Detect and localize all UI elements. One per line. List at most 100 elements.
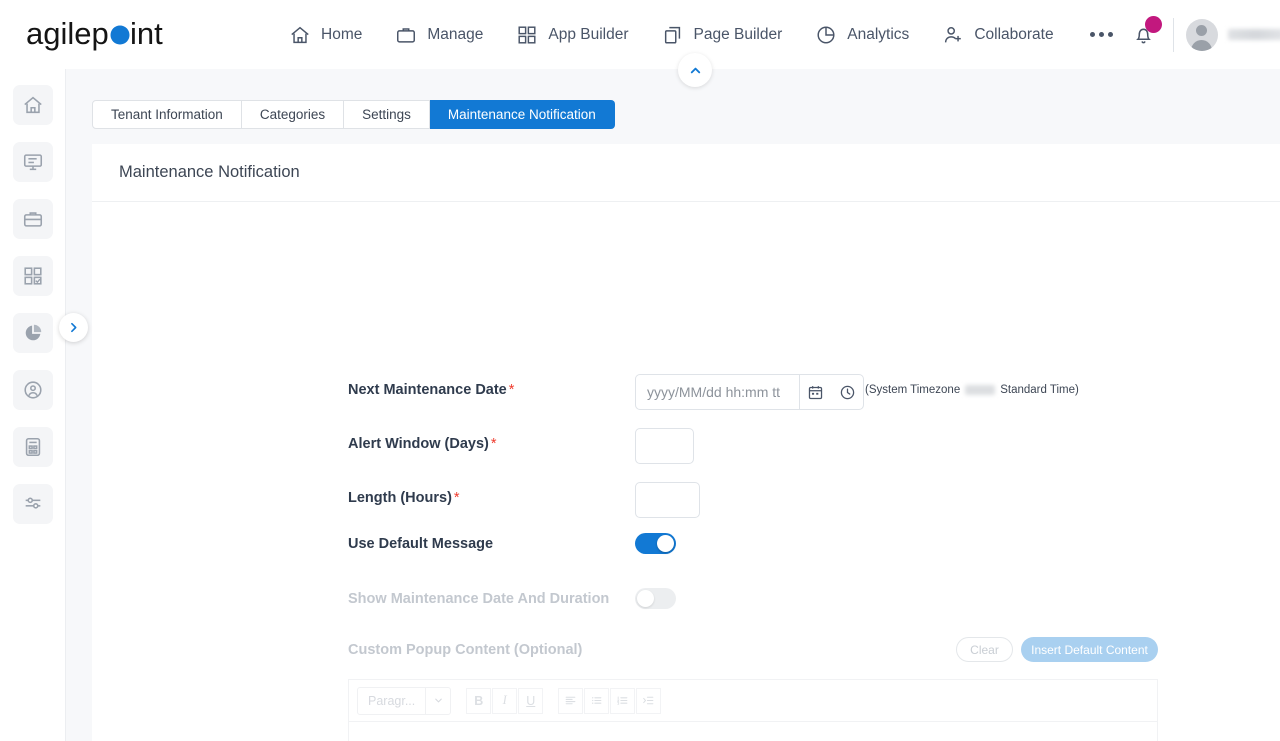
- sidebar-item-apps[interactable]: [12, 256, 53, 296]
- editor-content-area[interactable]: [348, 721, 1158, 741]
- settings-tabs: Tenant Information Categories Settings M…: [92, 100, 615, 129]
- briefcase-icon: [23, 212, 42, 227]
- sidebar-item-user[interactable]: [12, 370, 53, 410]
- home-icon: [288, 23, 312, 47]
- tab-tenant-information[interactable]: Tenant Information: [92, 100, 242, 129]
- maintenance-notification-panel: Maintenance Notification Next Maintenanc…: [92, 144, 1280, 741]
- apps-check-icon: [23, 267, 42, 285]
- agilepoint-logo[interactable]: agilep int: [26, 15, 176, 55]
- timezone-suffix: Standard Time): [1000, 384, 1079, 396]
- nav-label-manage: Manage: [427, 25, 484, 43]
- numbered-list-icon[interactable]: [610, 687, 636, 714]
- user-icon: [23, 381, 42, 399]
- timezone-redacted: [965, 385, 996, 395]
- svg-text:int: int: [130, 16, 163, 51]
- italic-icon[interactable]: I: [492, 687, 518, 714]
- navbar-right: [1127, 0, 1280, 69]
- length-hours-input[interactable]: [635, 482, 700, 518]
- label-show-maintenance-date-duration: Show Maintenance Date And Duration: [348, 591, 610, 607]
- grid-icon: [515, 23, 539, 47]
- clear-button[interactable]: Clear: [956, 637, 1013, 662]
- nav-item-page-builder[interactable]: Page Builder: [645, 17, 799, 53]
- calculator-icon: [25, 437, 40, 457]
- nav-item-manage[interactable]: Manage: [378, 17, 499, 53]
- user-menu[interactable]: [1185, 18, 1280, 51]
- main-content: Tenant Information Categories Settings M…: [66, 69, 1280, 741]
- editor-toolbar: Paragr... B I U: [348, 679, 1158, 721]
- sidebar-item-analytics[interactable]: [12, 313, 53, 353]
- label-length-hours: Length (Hours) *: [348, 490, 460, 506]
- label-use-default-message: Use Default Message: [348, 536, 494, 552]
- notifications-button[interactable]: [1127, 15, 1162, 52]
- underline-icon[interactable]: U: [518, 687, 544, 714]
- page-title: Maintenance Notification: [119, 163, 300, 181]
- pie-chart-icon: [814, 23, 838, 47]
- sidebar-item-calculator[interactable]: [12, 427, 53, 467]
- nav-item-collaborate[interactable]: Collaborate: [925, 17, 1069, 53]
- main-nav: Home Manage App Builder Page Builder Ana…: [272, 17, 1127, 53]
- sidebar-item-home[interactable]: [12, 85, 53, 125]
- bold-icon[interactable]: B: [466, 687, 492, 714]
- tab-maintenance-notification[interactable]: Maintenance Notification: [429, 100, 615, 129]
- maintenance-form: Next Maintenance Date * yyyy/MM/dd hh:mm …: [92, 202, 1280, 741]
- navbar-divider: [1172, 17, 1174, 52]
- date-picker-buttons: [799, 374, 864, 410]
- text-format-tools: B I U: [466, 687, 544, 714]
- nav-label-page-builder: Page Builder: [693, 25, 783, 43]
- tab-label: Settings: [362, 107, 411, 122]
- paragraph-style-value: Paragr...: [368, 693, 416, 708]
- user-avatar-icon: [1185, 18, 1218, 51]
- dashboard-icon: [23, 154, 42, 171]
- sidebar-item-manage[interactable]: [12, 199, 53, 239]
- paragraph-style-select[interactable]: Paragr...: [357, 686, 452, 715]
- use-default-message-toggle[interactable]: [635, 533, 676, 554]
- chevron-up-icon: [690, 67, 700, 73]
- tab-label: Categories: [259, 107, 326, 122]
- rich-text-editor: Paragr... B I U: [348, 679, 1158, 741]
- tab-label: Tenant Information: [111, 107, 223, 122]
- expand-sidebar-button[interactable]: [59, 313, 88, 342]
- tab-settings[interactable]: Settings: [344, 100, 430, 129]
- home-icon: [23, 96, 42, 114]
- timezone-note: (System Timezone Standard Time): [865, 384, 1079, 396]
- show-maintenance-date-duration-toggle[interactable]: [635, 588, 676, 609]
- insert-default-content-button[interactable]: Insert Default Content: [1021, 637, 1158, 662]
- nav-label-collaborate: Collaborate: [974, 25, 1054, 43]
- panel-header: Maintenance Notification: [92, 144, 1280, 202]
- indent-icon[interactable]: [636, 687, 662, 714]
- sliders-icon: [25, 497, 40, 509]
- sidebar-item-dashboard[interactable]: [12, 142, 53, 182]
- left-sidebar: [0, 69, 66, 741]
- tab-categories[interactable]: Categories: [241, 100, 345, 129]
- next-maintenance-date-input[interactable]: yyyy/MM/dd hh:mm tt: [635, 374, 799, 410]
- paragraph-tools: [558, 687, 662, 714]
- sidebar-item-settings[interactable]: [12, 484, 53, 524]
- username-redacted: [1227, 29, 1280, 40]
- required-mark: *: [508, 382, 515, 398]
- nav-label-app-builder: App Builder: [548, 25, 629, 43]
- timezone-prefix: (System Timezone: [865, 384, 961, 396]
- svg-text:agilep: agilep: [26, 16, 109, 51]
- briefcase-icon: [394, 23, 418, 47]
- tab-label: Maintenance Notification: [447, 107, 596, 122]
- pages-icon: [661, 23, 685, 47]
- date-placeholder: yyyy/MM/dd hh:mm tt: [647, 384, 781, 400]
- align-left-icon[interactable]: [558, 687, 584, 714]
- user-plus-icon: [941, 23, 965, 47]
- nav-item-home[interactable]: Home: [272, 17, 378, 53]
- chevron-down-icon: [425, 687, 450, 714]
- clock-icon[interactable]: [839, 384, 856, 401]
- label-next-maintenance-date: Next Maintenance Date *: [348, 382, 515, 398]
- nav-item-analytics[interactable]: Analytics: [798, 17, 925, 53]
- nav-label-home: Home: [321, 25, 363, 43]
- required-mark: *: [453, 490, 460, 506]
- nav-item-app-builder[interactable]: App Builder: [499, 17, 644, 53]
- alert-window-input[interactable]: [635, 428, 694, 464]
- calendar-icon[interactable]: [807, 384, 824, 401]
- notification-badge: [1144, 15, 1162, 33]
- pie-chart-icon: [25, 324, 41, 341]
- bullet-list-icon[interactable]: [584, 687, 610, 714]
- collapse-navbar-button[interactable]: [678, 53, 712, 87]
- more-options-icon[interactable]: [1076, 22, 1127, 47]
- required-mark: *: [490, 436, 497, 452]
